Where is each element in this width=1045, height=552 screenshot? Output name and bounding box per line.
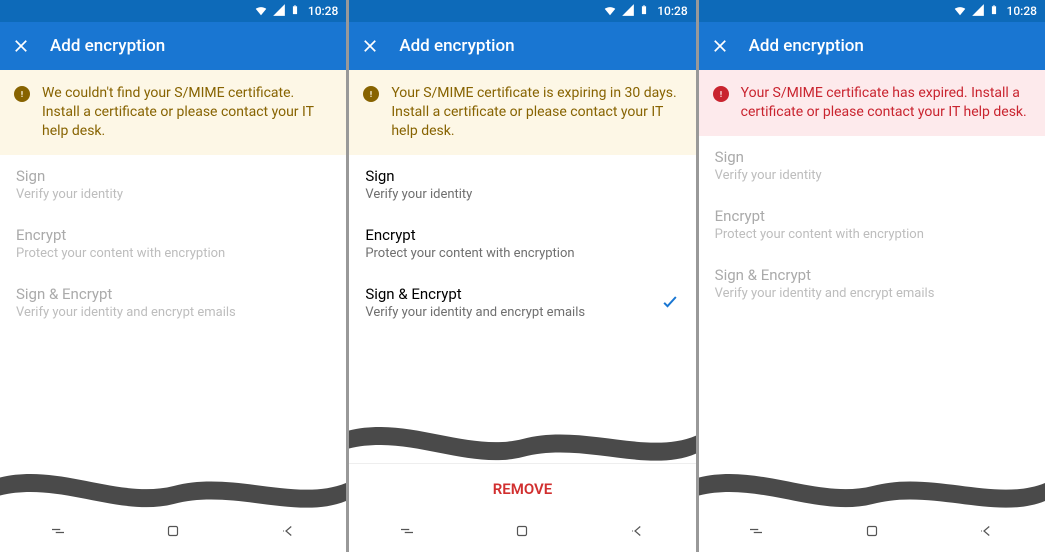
battery-icon xyxy=(290,3,300,20)
option-title: Encrypt xyxy=(715,207,1029,225)
alert-icon xyxy=(14,86,30,102)
cert-banner-warning: Your S/MIME certificate is expiring in 3… xyxy=(349,70,695,155)
option-sub: Verify your identity xyxy=(715,168,1029,183)
screen-cert-not-found: 10:28 Add encryption We couldn't find yo… xyxy=(0,0,346,552)
banner-text: Your S/MIME certificate is expiring in 3… xyxy=(391,84,679,141)
clock-time: 10:28 xyxy=(657,4,687,18)
wifi-icon xyxy=(953,3,967,20)
alert-icon xyxy=(713,86,729,102)
screen-cert-expired: 10:28 Add encryption Your S/MIME certifi… xyxy=(699,0,1045,552)
option-sign-encrypt: Sign & Encrypt Verify your identity and … xyxy=(699,254,1045,313)
option-encrypt: Encrypt Protect your content with encryp… xyxy=(699,195,1045,254)
option-sub: Verify your identity and encrypt emails xyxy=(16,305,330,320)
option-sign-encrypt[interactable]: Sign & Encrypt Verify your identity and … xyxy=(349,273,695,332)
page-title: Add encryption xyxy=(749,36,864,56)
app-bar: Add encryption xyxy=(699,22,1045,70)
nav-back-icon[interactable] xyxy=(972,522,1002,540)
option-sub: Verify your identity xyxy=(16,187,330,202)
nav-back-icon[interactable] xyxy=(274,522,304,540)
option-title: Sign xyxy=(365,167,679,185)
option-sub: Verify your identity and encrypt emails xyxy=(365,305,679,320)
option-title: Sign & Encrypt xyxy=(16,285,330,303)
remove-button[interactable]: REMOVE xyxy=(349,463,695,510)
page-title: Add encryption xyxy=(399,36,514,56)
option-title: Sign xyxy=(16,167,330,185)
content-break xyxy=(0,468,346,510)
option-sub: Verify your identity xyxy=(365,187,679,202)
option-title: Encrypt xyxy=(365,226,679,244)
app-bar: Add encryption xyxy=(0,22,346,70)
nav-recent-icon[interactable] xyxy=(741,522,771,540)
clock-time: 10:28 xyxy=(308,4,338,18)
signal-icon xyxy=(971,3,985,20)
option-sign[interactable]: Sign Verify your identity xyxy=(349,155,695,214)
app-bar: Add encryption xyxy=(349,22,695,70)
page-title: Add encryption xyxy=(50,36,165,56)
spacer xyxy=(349,332,695,421)
option-sub: Verify your identity and encrypt emails xyxy=(715,286,1029,301)
checkmark-icon xyxy=(660,292,680,312)
option-title: Sign xyxy=(715,148,1029,166)
option-sign-encrypt: Sign & Encrypt Verify your identity and … xyxy=(0,273,346,332)
status-bar: 10:28 xyxy=(699,0,1045,22)
content-break xyxy=(699,468,1045,510)
battery-icon xyxy=(989,3,999,20)
clock-time: 10:28 xyxy=(1007,4,1037,18)
option-sub: Protect your content with encryption xyxy=(365,246,679,261)
close-icon[interactable] xyxy=(12,37,30,55)
battery-icon xyxy=(639,3,649,20)
content-break xyxy=(349,421,695,463)
cert-banner-warning: We couldn't find your S/MIME certificate… xyxy=(0,70,346,155)
wifi-icon xyxy=(254,3,268,20)
nav-recent-icon[interactable] xyxy=(43,522,73,540)
screen-cert-expiring: 10:28 Add encryption Your S/MIME certifi… xyxy=(349,0,695,552)
wifi-icon xyxy=(603,3,617,20)
nav-back-icon[interactable] xyxy=(623,522,653,540)
signal-icon xyxy=(272,3,286,20)
android-nav-bar xyxy=(699,510,1045,552)
banner-text: We couldn't find your S/MIME certificate… xyxy=(42,84,330,141)
option-sub: Protect your content with encryption xyxy=(715,227,1029,242)
close-icon[interactable] xyxy=(361,37,379,55)
banner-text: Your S/MIME certificate has expired. Ins… xyxy=(741,84,1029,122)
nav-recent-icon[interactable] xyxy=(392,522,422,540)
option-title: Encrypt xyxy=(16,226,330,244)
option-encrypt: Encrypt Protect your content with encryp… xyxy=(0,214,346,273)
status-bar: 10:28 xyxy=(0,0,346,22)
status-bar: 10:28 xyxy=(349,0,695,22)
android-nav-bar xyxy=(349,510,695,552)
cert-banner-error: Your S/MIME certificate has expired. Ins… xyxy=(699,70,1045,136)
nav-home-icon[interactable] xyxy=(857,522,887,540)
option-encrypt[interactable]: Encrypt Protect your content with encryp… xyxy=(349,214,695,273)
nav-home-icon[interactable] xyxy=(507,522,537,540)
nav-home-icon[interactable] xyxy=(158,522,188,540)
option-title: Sign & Encrypt xyxy=(715,266,1029,284)
signal-icon xyxy=(621,3,635,20)
close-icon[interactable] xyxy=(711,37,729,55)
spacer xyxy=(699,313,1045,468)
spacer xyxy=(0,332,346,468)
option-sign: Sign Verify your identity xyxy=(699,136,1045,195)
alert-icon xyxy=(363,86,379,102)
option-title: Sign & Encrypt xyxy=(365,285,679,303)
option-sub: Protect your content with encryption xyxy=(16,246,330,261)
option-sign: Sign Verify your identity xyxy=(0,155,346,214)
android-nav-bar xyxy=(0,510,346,552)
